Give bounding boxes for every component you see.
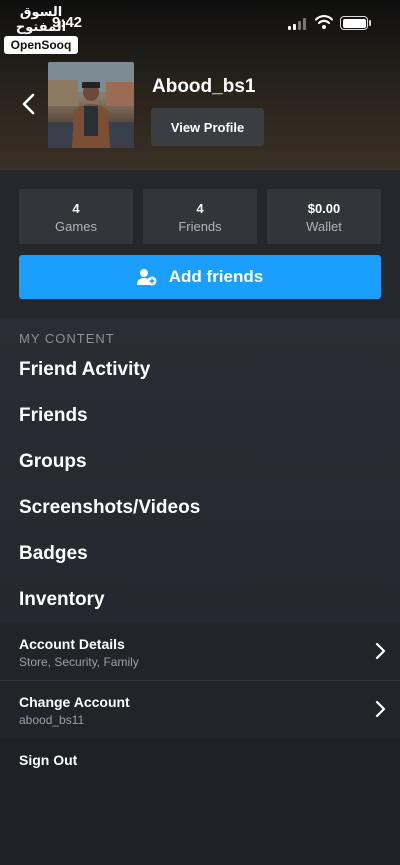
- add-person-icon: [136, 269, 157, 286]
- change-account-subtitle: abood_bs11: [19, 713, 85, 727]
- stat-friends[interactable]: 4 Friends: [143, 189, 257, 244]
- battery-icon: [340, 16, 368, 30]
- stat-friends-label: Friends: [178, 219, 222, 234]
- stat-games[interactable]: 4 Games: [19, 189, 133, 244]
- menu-item-friend-activity[interactable]: Friend Activity: [19, 359, 150, 381]
- stat-friends-value: 4: [196, 201, 204, 216]
- my-content-section: MY CONTENT Friend Activity Friends Group…: [0, 318, 400, 623]
- stat-games-label: Games: [55, 219, 97, 234]
- wifi-icon: [315, 15, 333, 29]
- battery-cap: [369, 20, 371, 26]
- status-bar: 9:42 السوق المفتوح OpenSooq: [0, 0, 400, 54]
- add-friends-button[interactable]: Add friends: [19, 255, 381, 299]
- view-profile-button[interactable]: View Profile: [151, 108, 264, 146]
- my-content-title: MY CONTENT: [19, 331, 115, 346]
- avatar-photo: [48, 62, 134, 148]
- menu-item-groups[interactable]: Groups: [19, 451, 87, 473]
- account-details-subtitle: Store, Security, Family: [19, 655, 139, 669]
- profile-header: 9:42 السوق المفتوح OpenSooq Abood_bs1 Vi…: [0, 0, 400, 170]
- stat-wallet[interactable]: $0.00 Wallet: [267, 189, 381, 244]
- change-account-title: Change Account: [19, 694, 130, 710]
- cellular-signal-icon: [288, 18, 308, 30]
- sign-out-button[interactable]: Sign Out: [19, 752, 77, 768]
- back-chevron-icon[interactable]: [18, 92, 40, 116]
- sign-out-section: Sign Out: [0, 738, 400, 865]
- watermark-brand: OpenSooq: [4, 36, 78, 54]
- avatar[interactable]: [48, 62, 134, 148]
- profile-username: Abood_bs1: [152, 76, 256, 97]
- change-account-row[interactable]: Change Account abood_bs11: [0, 681, 400, 738]
- stats-section: 4 Games 4 Friends $0.00 Wallet Add frien…: [0, 170, 400, 318]
- chevron-right-icon: [375, 642, 386, 660]
- account-details-title: Account Details: [19, 636, 125, 652]
- stat-wallet-value: $0.00: [307, 201, 341, 216]
- opensooq-watermark: السوق المفتوح OpenSooq: [4, 4, 78, 54]
- account-details-row[interactable]: Account Details Store, Security, Family: [0, 623, 400, 680]
- stat-games-value: 4: [72, 201, 80, 216]
- menu-item-friends[interactable]: Friends: [19, 405, 88, 427]
- menu-item-inventory[interactable]: Inventory: [19, 589, 105, 611]
- chevron-right-icon: [375, 700, 386, 718]
- watermark-arabic: السوق المفتوح: [15, 4, 67, 34]
- menu-item-badges[interactable]: Badges: [19, 543, 88, 565]
- stat-wallet-label: Wallet: [306, 219, 342, 234]
- add-friends-label: Add friends: [168, 267, 264, 286]
- menu-item-screenshots-videos[interactable]: Screenshots/Videos: [19, 497, 200, 519]
